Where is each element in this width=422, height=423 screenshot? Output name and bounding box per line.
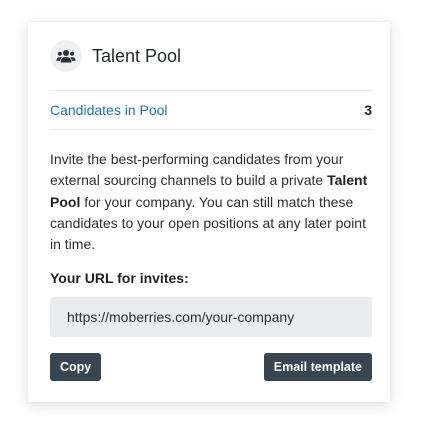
description-text-1: Invite the best-performing candidates fr… <box>50 151 344 189</box>
candidates-count: 3 <box>364 102 372 118</box>
invite-url-value: https://moberries.com/your-company <box>67 309 295 326</box>
talent-pool-card: Talent Pool Candidates in Pool 3 Invite … <box>28 22 390 402</box>
card-title: Talent Pool <box>92 45 182 66</box>
invite-url-field[interactable]: https://moberries.com/your-company <box>50 297 372 338</box>
invite-url-label: Your URL for invites: <box>50 270 189 287</box>
description-text-2: for your company. You can still match th… <box>50 193 366 253</box>
email-template-button[interactable]: Email template <box>263 353 372 382</box>
copy-button[interactable]: Copy <box>50 353 102 382</box>
candidates-in-pool-link[interactable]: Candidates in Pool <box>50 102 168 118</box>
card-header: Talent Pool <box>50 22 372 91</box>
candidates-in-pool-row[interactable]: Candidates in Pool 3 <box>50 91 372 130</box>
users-icon <box>50 40 82 72</box>
talent-pool-description: Invite the best-performing candidates fr… <box>50 149 372 255</box>
action-buttons: Copy Email template <box>50 353 372 382</box>
